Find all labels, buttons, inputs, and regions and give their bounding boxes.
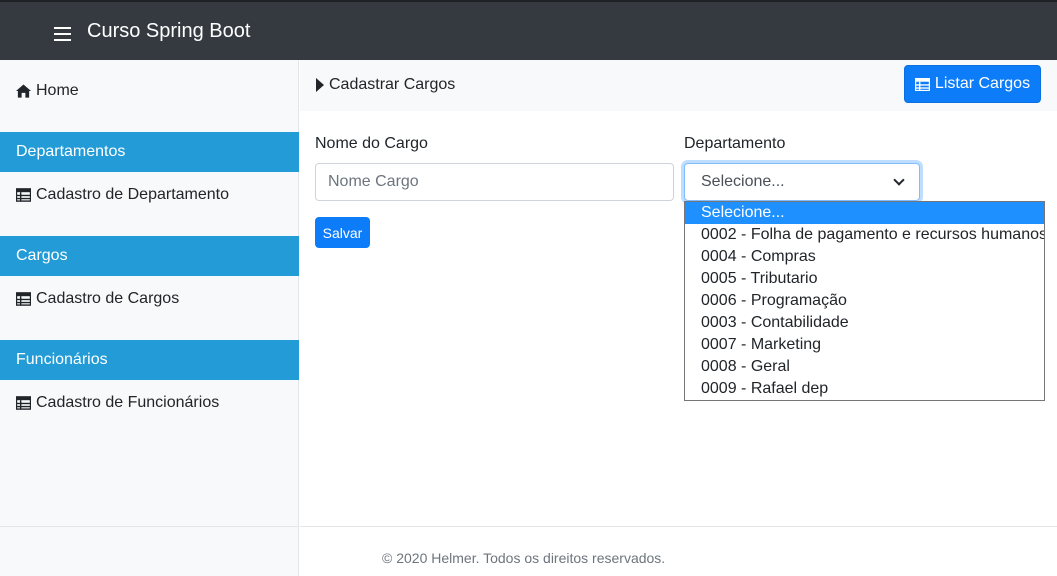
footer: © 2020 Helmer. Todos os direitos reserva… bbox=[300, 526, 1057, 576]
sidebar-item-cadastro-funcionarios[interactable]: Cadastro de Funcionários bbox=[0, 391, 299, 415]
sidebar-item-home[interactable]: Home bbox=[0, 79, 299, 103]
nome-cargo-label: Nome do Cargo bbox=[315, 135, 428, 152]
breadcrumb: Cadastrar Cargos bbox=[316, 75, 455, 95]
sidebar-item-cadastro-cargos[interactable]: Cadastro de Cargos bbox=[0, 287, 299, 311]
departamento-select[interactable]: Selecione... bbox=[684, 163, 920, 201]
table-icon bbox=[914, 77, 930, 91]
page-header-bar: Cadastrar Cargos Listar Cargos bbox=[300, 60, 1057, 111]
dropdown-option[interactable]: 0007 - Marketing bbox=[685, 334, 1044, 356]
nome-cargo-input[interactable]: Nome Cargo bbox=[315, 163, 674, 201]
list-cargos-button[interactable]: Listar Cargos bbox=[904, 65, 1041, 103]
caret-right-icon bbox=[316, 78, 324, 92]
dropdown-option[interactable]: 0002 - Folha de pagamento e recursos hum… bbox=[685, 224, 1044, 246]
top-navbar: Curso Spring Boot bbox=[0, 0, 1057, 60]
sidebar-item-label: Home bbox=[36, 82, 79, 99]
sidebar-item-cadastro-departamento[interactable]: Cadastro de Departamento bbox=[0, 183, 299, 207]
table-icon bbox=[16, 188, 31, 202]
sidebar-section-departamentos: Departamentos bbox=[0, 132, 299, 172]
nome-cargo-placeholder: Nome Cargo bbox=[328, 173, 419, 190]
departamento-dropdown-list: Selecione... 0002 - Folha de pagamento e… bbox=[684, 201, 1045, 401]
dropdown-option[interactable]: 0004 - Compras bbox=[685, 246, 1044, 268]
sidebar-section-cargos: Cargos bbox=[0, 236, 299, 276]
sidebar: Home Departamentos Cadastro de Departame… bbox=[0, 60, 299, 576]
table-icon bbox=[16, 396, 31, 410]
dropdown-option[interactable]: 0008 - Geral bbox=[685, 356, 1044, 378]
chevron-down-icon bbox=[893, 174, 905, 186]
table-icon bbox=[16, 292, 31, 306]
sidebar-item-label: Cadastro de Cargos bbox=[36, 290, 180, 307]
dropdown-option[interactable]: 0003 - Contabilidade bbox=[685, 312, 1044, 334]
breadcrumb-label: Cadastrar Cargos bbox=[329, 76, 456, 93]
copyright-text: © 2020 Helmer. Todos os direitos reserva… bbox=[382, 550, 666, 566]
list-cargos-label: Listar Cargos bbox=[934, 75, 1031, 92]
departamento-selected-value: Selecione... bbox=[701, 173, 785, 190]
sidebar-item-label: Cadastro de Departamento bbox=[36, 186, 229, 203]
departamento-label: Departamento bbox=[684, 135, 786, 152]
home-icon bbox=[16, 84, 31, 98]
dropdown-option[interactable]: Selecione... bbox=[685, 202, 1044, 224]
menu-toggle-icon[interactable] bbox=[54, 27, 71, 41]
sidebar-section-funcionarios: Funcionários bbox=[0, 340, 299, 380]
brand-title[interactable]: Curso Spring Boot bbox=[87, 19, 250, 43]
dropdown-option[interactable]: 0006 - Programação bbox=[685, 290, 1044, 312]
save-button[interactable]: Salvar bbox=[315, 217, 370, 248]
sidebar-footer-divider bbox=[0, 526, 299, 527]
dropdown-option[interactable]: 0005 - Tributario bbox=[685, 268, 1044, 290]
dropdown-option[interactable]: 0009 - Rafael dep bbox=[685, 378, 1044, 400]
sidebar-item-label: Cadastro de Funcionários bbox=[36, 394, 220, 411]
